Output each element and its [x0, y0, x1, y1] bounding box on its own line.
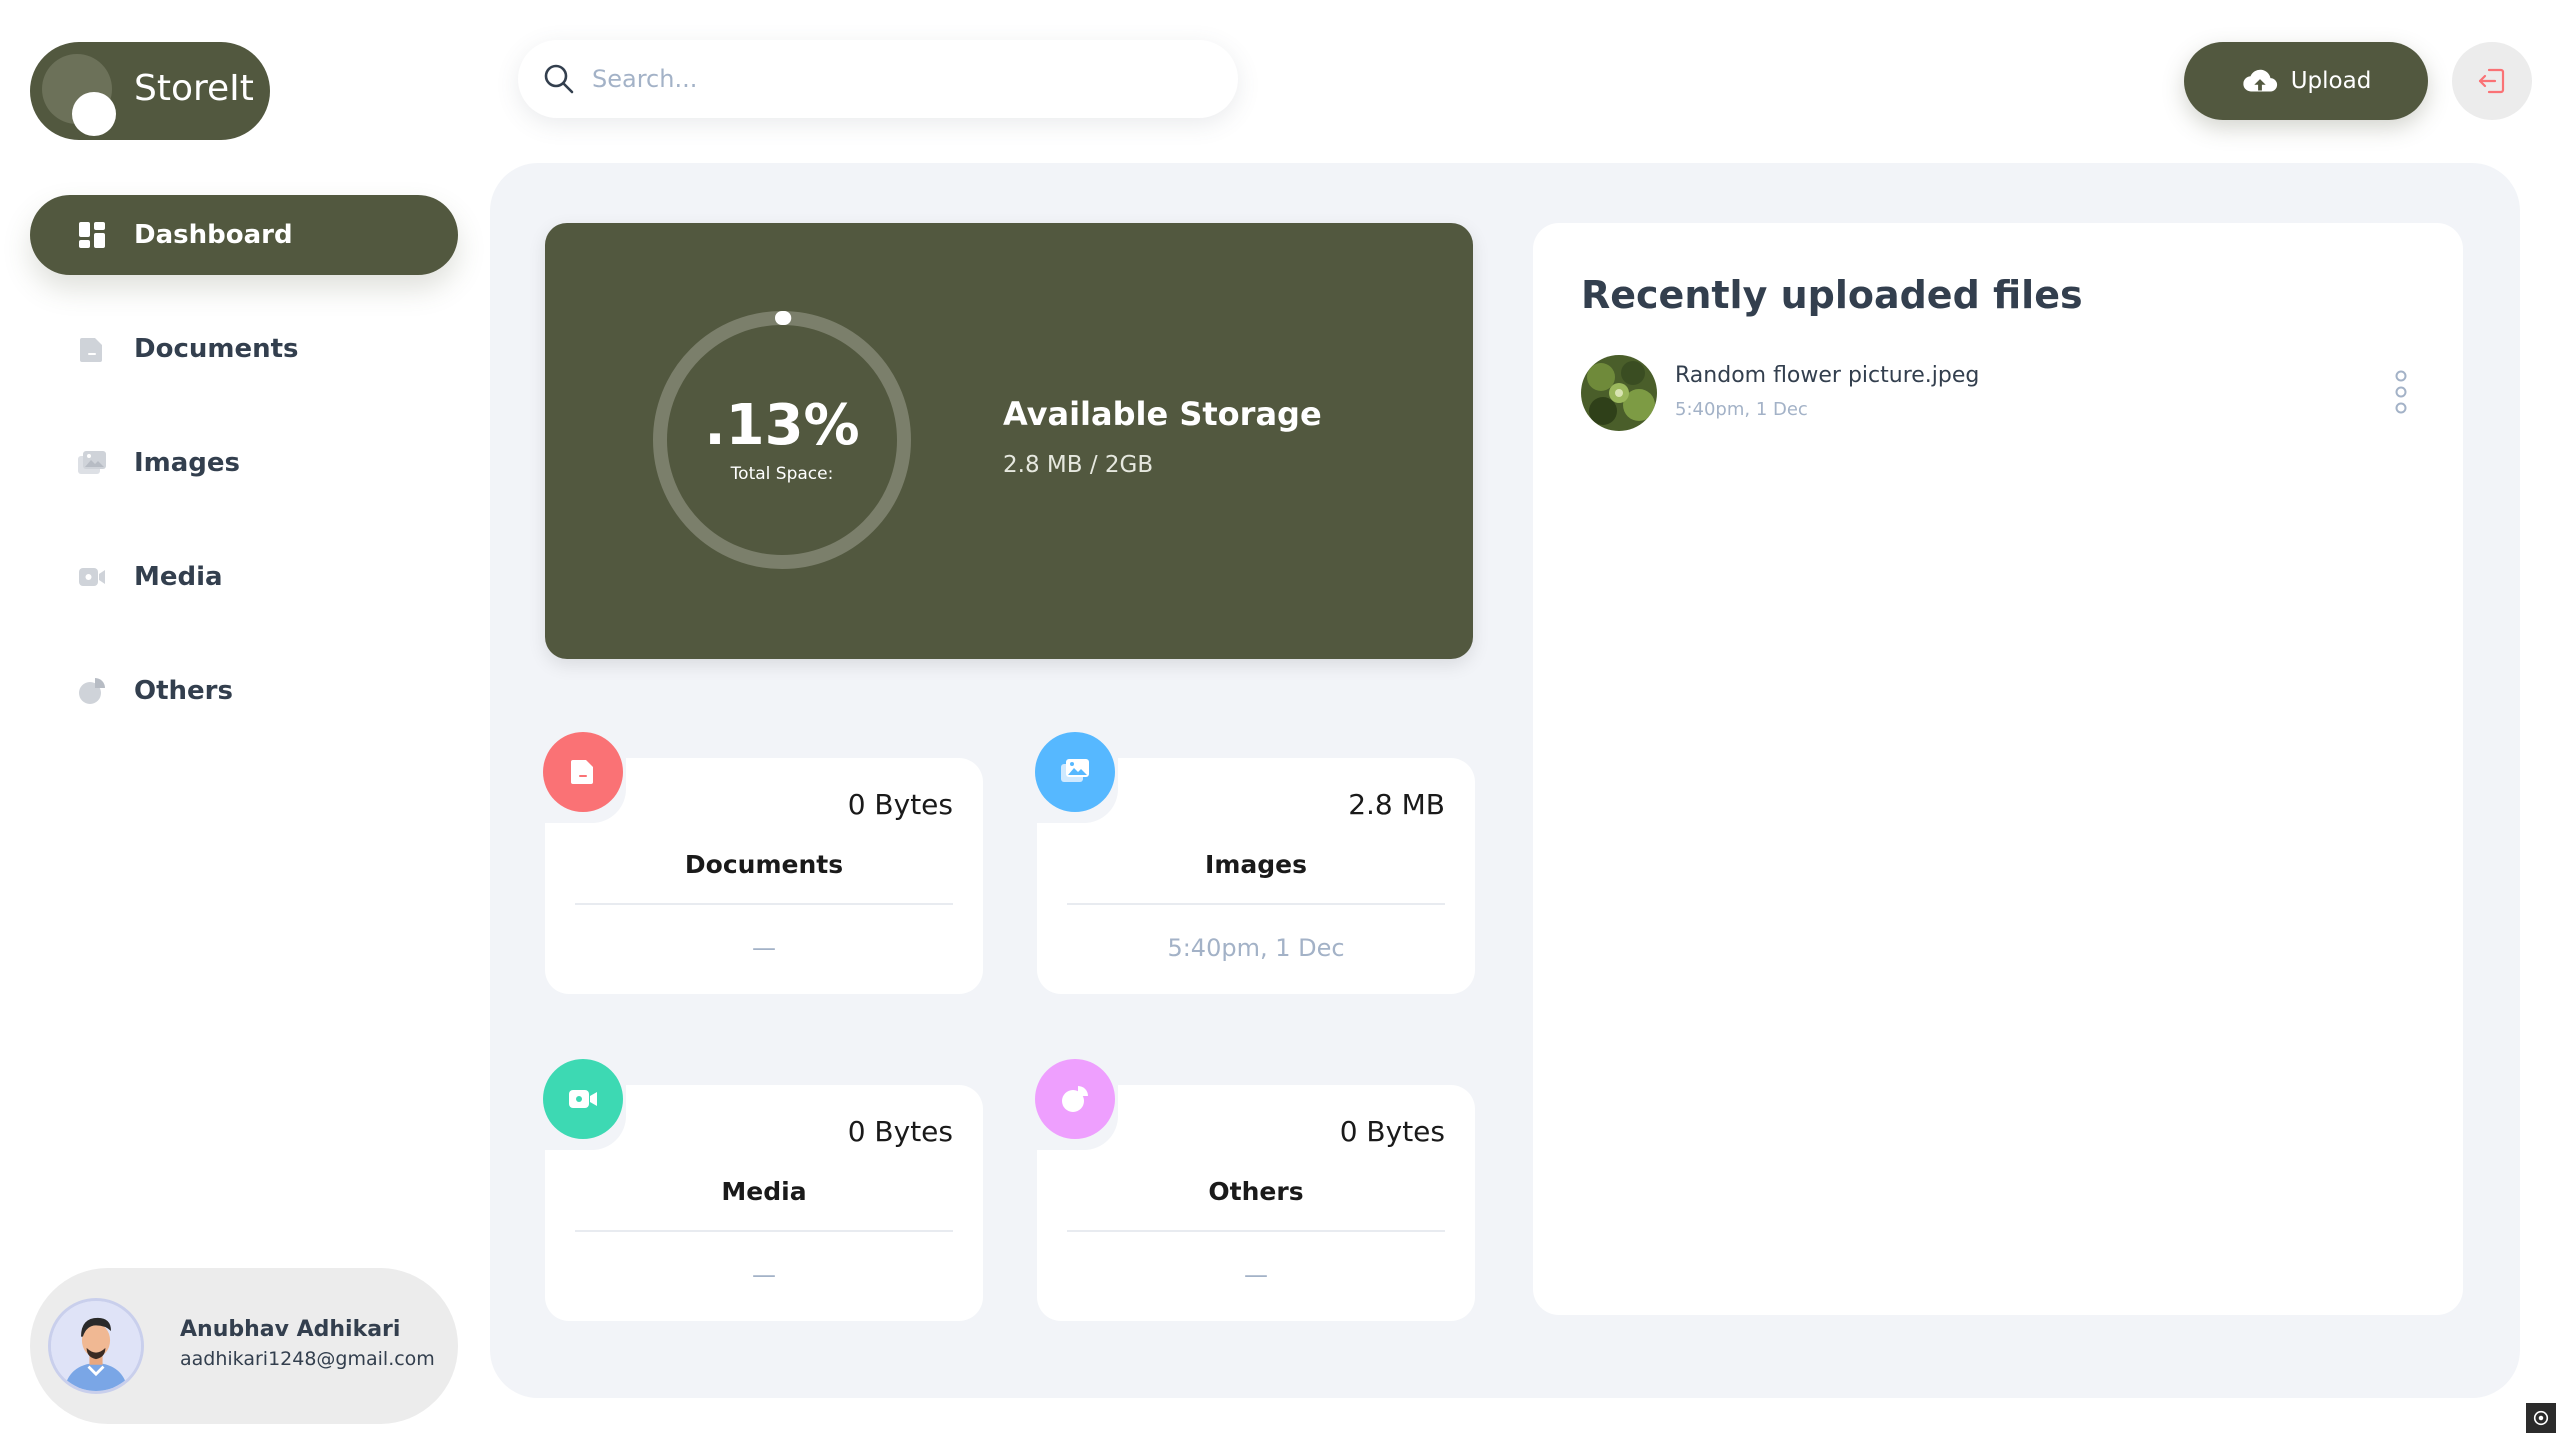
card-date: — — [1244, 1261, 1268, 1289]
storage-used: 2.8 MB / 2GB — [1003, 452, 1154, 478]
storage-subtitle: Total Space: — [730, 464, 834, 484]
sidebar-item-label: Media — [134, 562, 223, 592]
card-size: 2.8 MB — [1348, 788, 1445, 821]
card-date: 5:40pm, 1 Dec — [1167, 934, 1345, 962]
images-icon — [76, 447, 108, 479]
card-divider — [1067, 1230, 1445, 1232]
recent-files-title: Recently uploaded files — [1581, 273, 2083, 317]
card-title: Others — [1208, 1177, 1304, 1206]
summary-card-documents[interactable]: 0 Bytes Documents — — [543, 732, 983, 994]
sidebar-item-documents[interactable]: Documents — [30, 309, 458, 389]
sidebar-item-label: Documents — [134, 334, 299, 364]
dashboard-icon — [76, 219, 108, 251]
sidebar-item-label: Dashboard — [134, 220, 293, 250]
more-options-icon[interactable] — [2391, 367, 2411, 417]
app-name: StoreIt — [134, 68, 254, 109]
storage-title: Available Storage — [1003, 395, 1322, 433]
documents-icon — [543, 732, 623, 812]
media-icon — [543, 1059, 623, 1139]
file-thumbnail — [1581, 355, 1657, 431]
sidebar-item-media[interactable]: Media — [30, 537, 458, 617]
summary-card-images[interactable]: 2.8 MB Images 5:40pm, 1 Dec — [1035, 732, 1475, 994]
images-icon — [1035, 732, 1115, 812]
help-icon[interactable] — [2526, 1403, 2556, 1433]
card-title: Media — [721, 1177, 807, 1206]
file-date: 5:40pm, 1 Dec — [1675, 399, 1808, 420]
card-size: 0 Bytes — [1339, 1115, 1445, 1148]
summary-card-others[interactable]: 0 Bytes Others — — [1035, 1059, 1475, 1321]
sidebar-item-images[interactable]: Images — [30, 423, 458, 503]
file-name: Random flower picture.jpeg — [1675, 363, 1980, 388]
card-title: Images — [1205, 850, 1307, 879]
card-title: Documents — [684, 850, 844, 879]
card-date: — — [752, 1261, 776, 1289]
card-size: 0 Bytes — [847, 1115, 953, 1148]
card-size: 0 Bytes — [847, 788, 953, 821]
sidebar-item-others[interactable]: Others — [30, 651, 458, 731]
summary-card-media[interactable]: 0 Bytes Media — — [543, 1059, 983, 1321]
logout-icon — [2478, 68, 2505, 94]
user-name: Anubhav Adhikari — [180, 1317, 401, 1342]
others-icon — [76, 675, 108, 707]
sidebar-item-label: Images — [134, 448, 241, 478]
sidebar-item-dashboard[interactable]: Dashboard — [30, 195, 458, 275]
card-divider — [1067, 903, 1445, 905]
user-email: aadhikari1248@gmail.com — [180, 1348, 435, 1370]
list-item[interactable]: Random flower picture.jpeg 5:40pm, 1 Dec — [1581, 355, 2411, 431]
upload-label: Upload — [2290, 68, 2372, 94]
media-icon — [76, 561, 108, 593]
storage-percent: .13% — [704, 393, 860, 458]
search-bar — [518, 40, 1238, 118]
card-divider — [575, 903, 953, 905]
user-profile-card[interactable]: Anubhav Adhikari aadhikari1248@gmail.com — [30, 1268, 458, 1424]
sidebar-item-label: Others — [134, 676, 233, 706]
avatar — [48, 1298, 144, 1394]
logout-button[interactable] — [2452, 42, 2532, 120]
cloud-upload-icon — [2243, 69, 2277, 92]
documents-icon — [76, 333, 108, 365]
logo-mark-icon — [42, 54, 116, 136]
card-date: — — [752, 934, 776, 962]
storage-summary-card: .13% Total Space: Available Storage 2.8 … — [545, 223, 1473, 659]
recent-files-panel: Recently uploaded files Random flower pi… — [1533, 223, 2463, 1315]
app-logo[interactable]: StoreIt — [30, 42, 270, 140]
card-divider — [575, 1230, 953, 1232]
search-input[interactable] — [592, 58, 1192, 100]
upload-button[interactable]: Upload — [2184, 42, 2428, 120]
sidebar-nav: Dashboard Documents Images Media Others — [30, 195, 458, 765]
search-icon — [544, 64, 574, 94]
others-icon — [1035, 1059, 1115, 1139]
